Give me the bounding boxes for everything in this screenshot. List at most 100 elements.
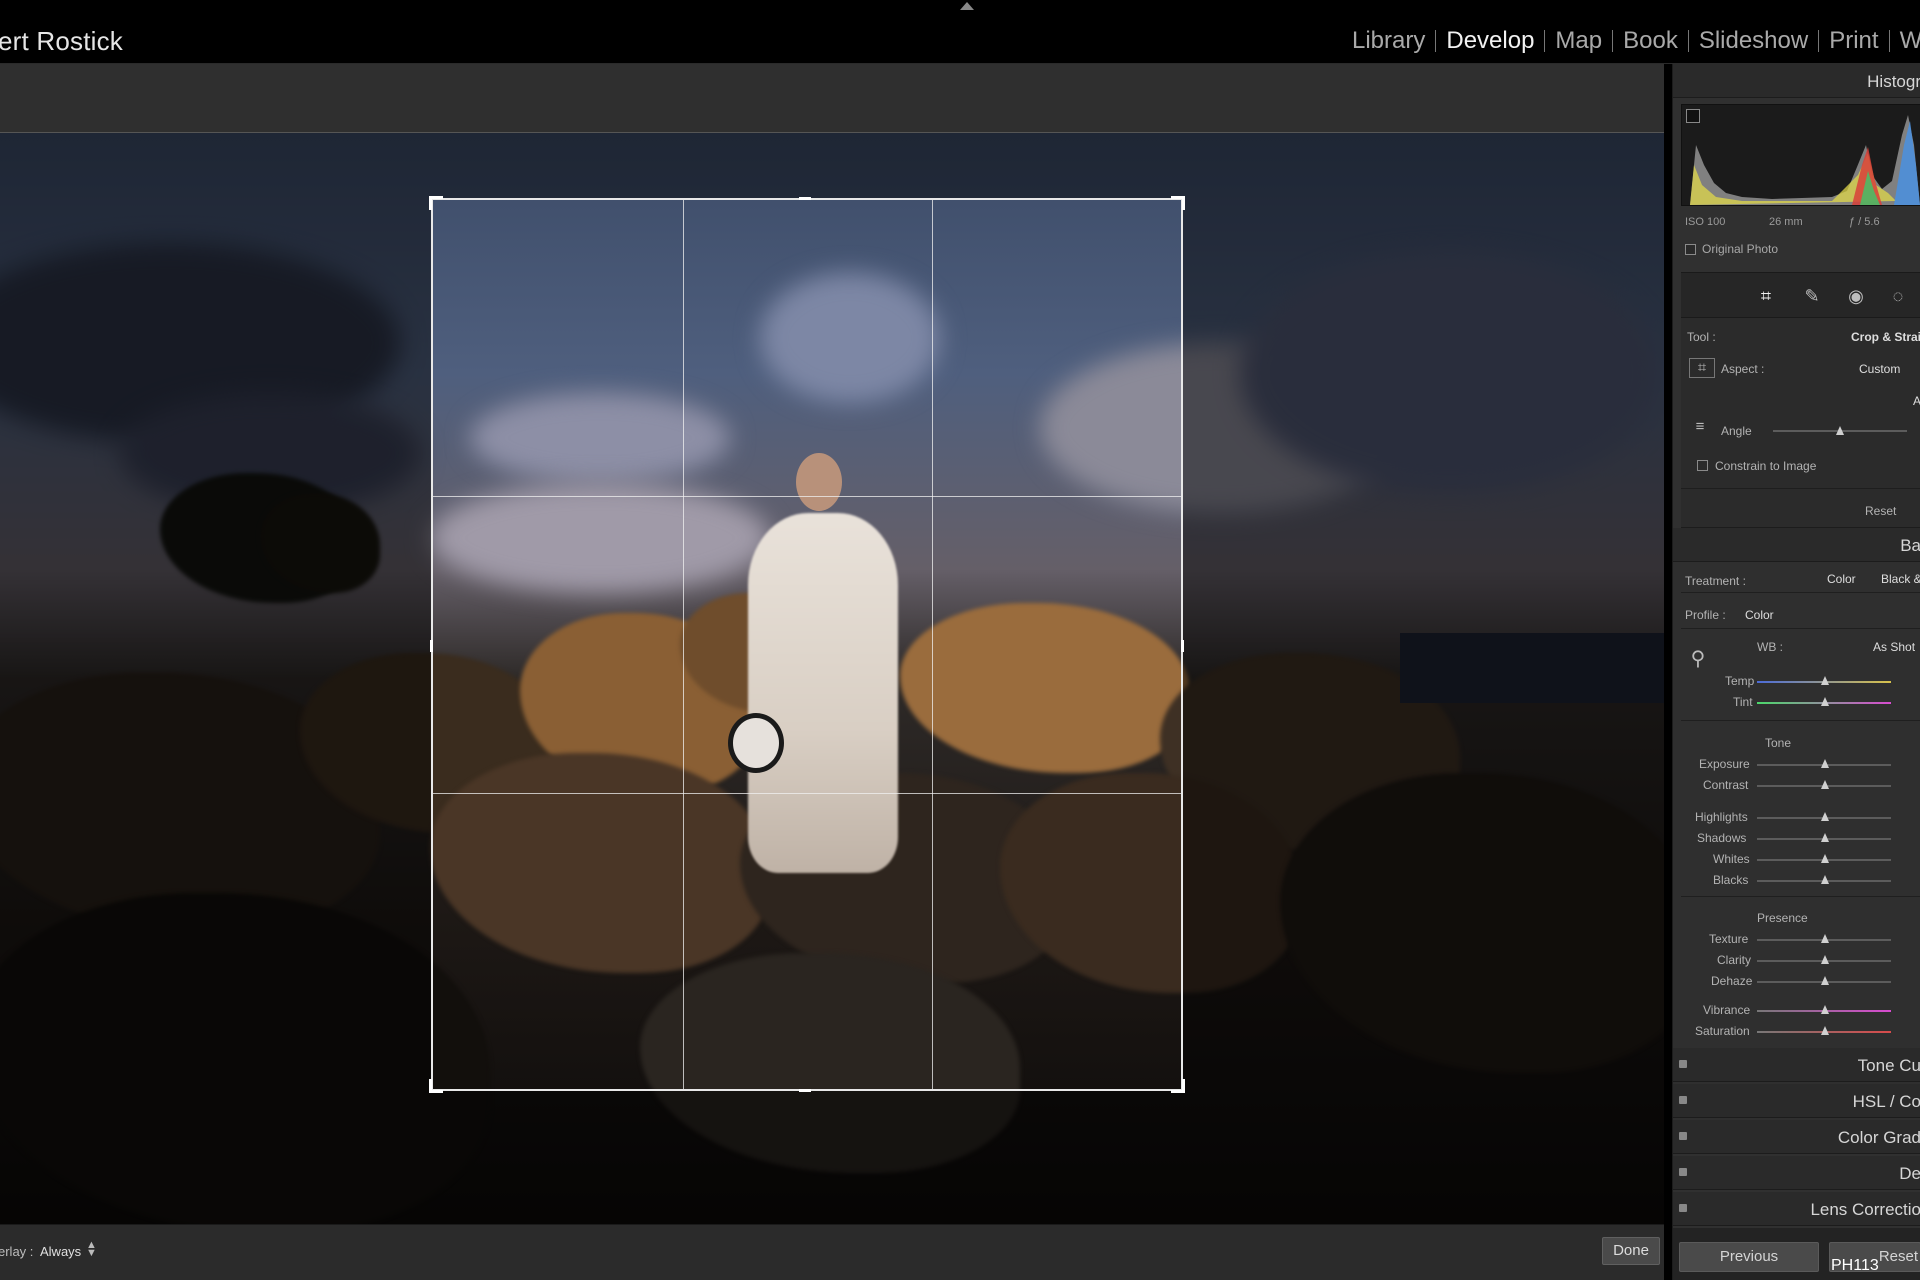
module-picker: Library Develop Map Book Slideshow Print… — [1342, 27, 1920, 55]
saturation-label: Saturation — [1695, 1024, 1750, 1038]
highlights-slider-thumb[interactable] — [1821, 812, 1829, 821]
tool-strip: ⌗ ✎ ◉ ◌ — [1681, 272, 1920, 318]
panel-switch-icon[interactable] — [1679, 1168, 1687, 1176]
original-photo-toggle[interactable]: Original Photo — [1685, 242, 1778, 256]
crop-mask — [431, 1091, 1183, 1224]
presence-section-title: Presence — [1757, 911, 1808, 925]
contrast-slider-thumb[interactable] — [1821, 780, 1829, 789]
original-photo-checkbox[interactable] — [1685, 243, 1696, 255]
divider — [1681, 896, 1920, 897]
angle-slider-thumb[interactable] — [1836, 426, 1844, 435]
constrain-checkbox[interactable] — [1697, 460, 1708, 471]
crop-handle-bottom-left[interactable] — [429, 1079, 443, 1093]
collapse-top-panel-icon[interactable] — [960, 2, 974, 10]
profile-label: Profile : — [1685, 608, 1726, 622]
tint-slider-thumb[interactable] — [1821, 697, 1829, 706]
divider — [1681, 628, 1920, 629]
saturation-slider-thumb[interactable] — [1821, 1026, 1829, 1035]
clipping-indicator-icon[interactable] — [1686, 109, 1700, 123]
white-balance-eyedropper-icon[interactable]: ⚲ — [1685, 646, 1711, 670]
identity-plate: ert Rostick — [0, 26, 124, 56]
basic-panel-header[interactable]: Ba — [1673, 528, 1920, 562]
updown-arrows-icon[interactable]: ▲ ▼ — [86, 1240, 97, 1259]
tool-value: Crop & Strai — [1850, 330, 1920, 344]
crop-grid-line — [433, 793, 1181, 794]
tool-overlay-select[interactable]: Always — [40, 1244, 81, 1259]
treatment-bw-option[interactable]: Black & — [1881, 572, 1920, 586]
red-eye-icon[interactable]: ◉ — [1845, 285, 1867, 307]
tint-label: Tint — [1733, 695, 1753, 709]
tone-curve-panel-header[interactable]: Tone Cu — [1673, 1048, 1920, 1082]
panel-switch-icon[interactable] — [1679, 1096, 1687, 1104]
crop-handle-top-left[interactable] — [429, 196, 443, 210]
masking-icon[interactable]: ◌ — [1887, 285, 1909, 307]
shadows-slider-thumb[interactable] — [1821, 833, 1829, 842]
crop-frame-icon[interactable]: ⌗ — [1689, 358, 1715, 378]
crop-mask — [431, 133, 1183, 198]
crop-panel-divider — [1681, 488, 1920, 489]
tone-section-title: Tone — [1765, 736, 1792, 750]
module-map[interactable]: Map — [1545, 27, 1612, 55]
constrain-label: Constrain to Image — [1715, 459, 1817, 473]
wb-select[interactable]: As Shot — [1873, 640, 1915, 654]
module-web[interactable]: We — [1890, 27, 1920, 55]
lens-corrections-panel-header[interactable]: Lens Correctio — [1673, 1192, 1920, 1226]
profile-select[interactable]: Color — [1745, 608, 1774, 622]
photo-preview[interactable] — [0, 132, 1664, 1224]
clarity-slider-thumb[interactable] — [1821, 955, 1829, 964]
straighten-tool-icon[interactable]: ≡ — [1687, 418, 1713, 438]
crop-mask — [1183, 133, 1664, 1224]
histogram-graph — [1690, 115, 1920, 205]
crop-handle-bottom-right[interactable] — [1171, 1079, 1185, 1093]
histogram-header[interactable]: Histogr — [1673, 64, 1920, 98]
color-grading-panel-header[interactable]: Color Grad — [1673, 1120, 1920, 1154]
previous-button[interactable]: Previous — [1679, 1242, 1819, 1272]
aspect-select[interactable]: Custom — [1859, 362, 1900, 376]
panel-title: De — [1899, 1164, 1920, 1183]
crop-icon[interactable]: ⌗ — [1755, 285, 1777, 307]
whites-slider-thumb[interactable] — [1821, 854, 1829, 863]
aperture-value: ƒ / 5.6 — [1849, 216, 1880, 228]
histogram[interactable] — [1681, 104, 1920, 206]
healing-brush-icon[interactable]: ✎ — [1801, 285, 1823, 307]
module-print[interactable]: Print — [1819, 27, 1888, 55]
done-button[interactable]: Done — [1602, 1237, 1660, 1265]
dehaze-label: Dehaze — [1711, 974, 1753, 988]
module-book[interactable]: Book — [1613, 27, 1688, 55]
original-photo-label: Original Photo — [1702, 242, 1779, 256]
detail-panel-header[interactable]: De — [1673, 1156, 1920, 1190]
module-develop[interactable]: Develop — [1436, 27, 1544, 55]
module-slideshow[interactable]: Slideshow — [1689, 27, 1818, 55]
crop-handle-top-right[interactable] — [1171, 196, 1185, 210]
iso-value: ISO 100 — [1685, 216, 1726, 228]
shadows-label: Shadows — [1697, 831, 1747, 845]
crop-reset-button[interactable]: Reset — [1865, 504, 1896, 518]
panel-footer: Previous Reset — [1673, 1228, 1920, 1280]
canvas-toolbar: erlay : Always ▲ ▼ Done — [0, 1224, 1664, 1280]
blacks-slider-thumb[interactable] — [1821, 875, 1829, 884]
crop-handle-top[interactable] — [799, 197, 811, 200]
dehaze-slider-thumb[interactable] — [1821, 976, 1829, 985]
treatment-label: Treatment : — [1685, 574, 1746, 588]
module-library[interactable]: Library — [1342, 27, 1435, 55]
panel-switch-icon[interactable] — [1679, 1060, 1687, 1068]
clarity-label: Clarity — [1717, 953, 1752, 967]
temp-label: Temp — [1725, 674, 1755, 688]
treatment-color-option[interactable]: Color — [1827, 572, 1856, 586]
exposure-slider-thumb[interactable] — [1821, 759, 1829, 768]
panel-switch-icon[interactable] — [1679, 1204, 1687, 1212]
vibrance-label: Vibrance — [1703, 1003, 1751, 1017]
crop-frame[interactable] — [429, 196, 1185, 1093]
crop-handle-right[interactable] — [1181, 640, 1184, 652]
crop-handle-left[interactable] — [430, 640, 433, 652]
crop-handle-bottom[interactable] — [799, 1089, 811, 1092]
panel-switch-icon[interactable] — [1679, 1132, 1687, 1140]
hsl-panel-header[interactable]: HSL / Co — [1673, 1084, 1920, 1118]
texture-slider-thumb[interactable] — [1821, 934, 1829, 943]
panel-title: Ba — [1900, 536, 1920, 555]
vibrance-slider-thumb[interactable] — [1821, 1005, 1829, 1014]
auto-straighten-button[interactable]: A — [1913, 394, 1920, 408]
temp-slider-thumb[interactable] — [1821, 676, 1829, 685]
divider — [1681, 720, 1920, 721]
panel-title: Color Grad — [1837, 1128, 1920, 1147]
